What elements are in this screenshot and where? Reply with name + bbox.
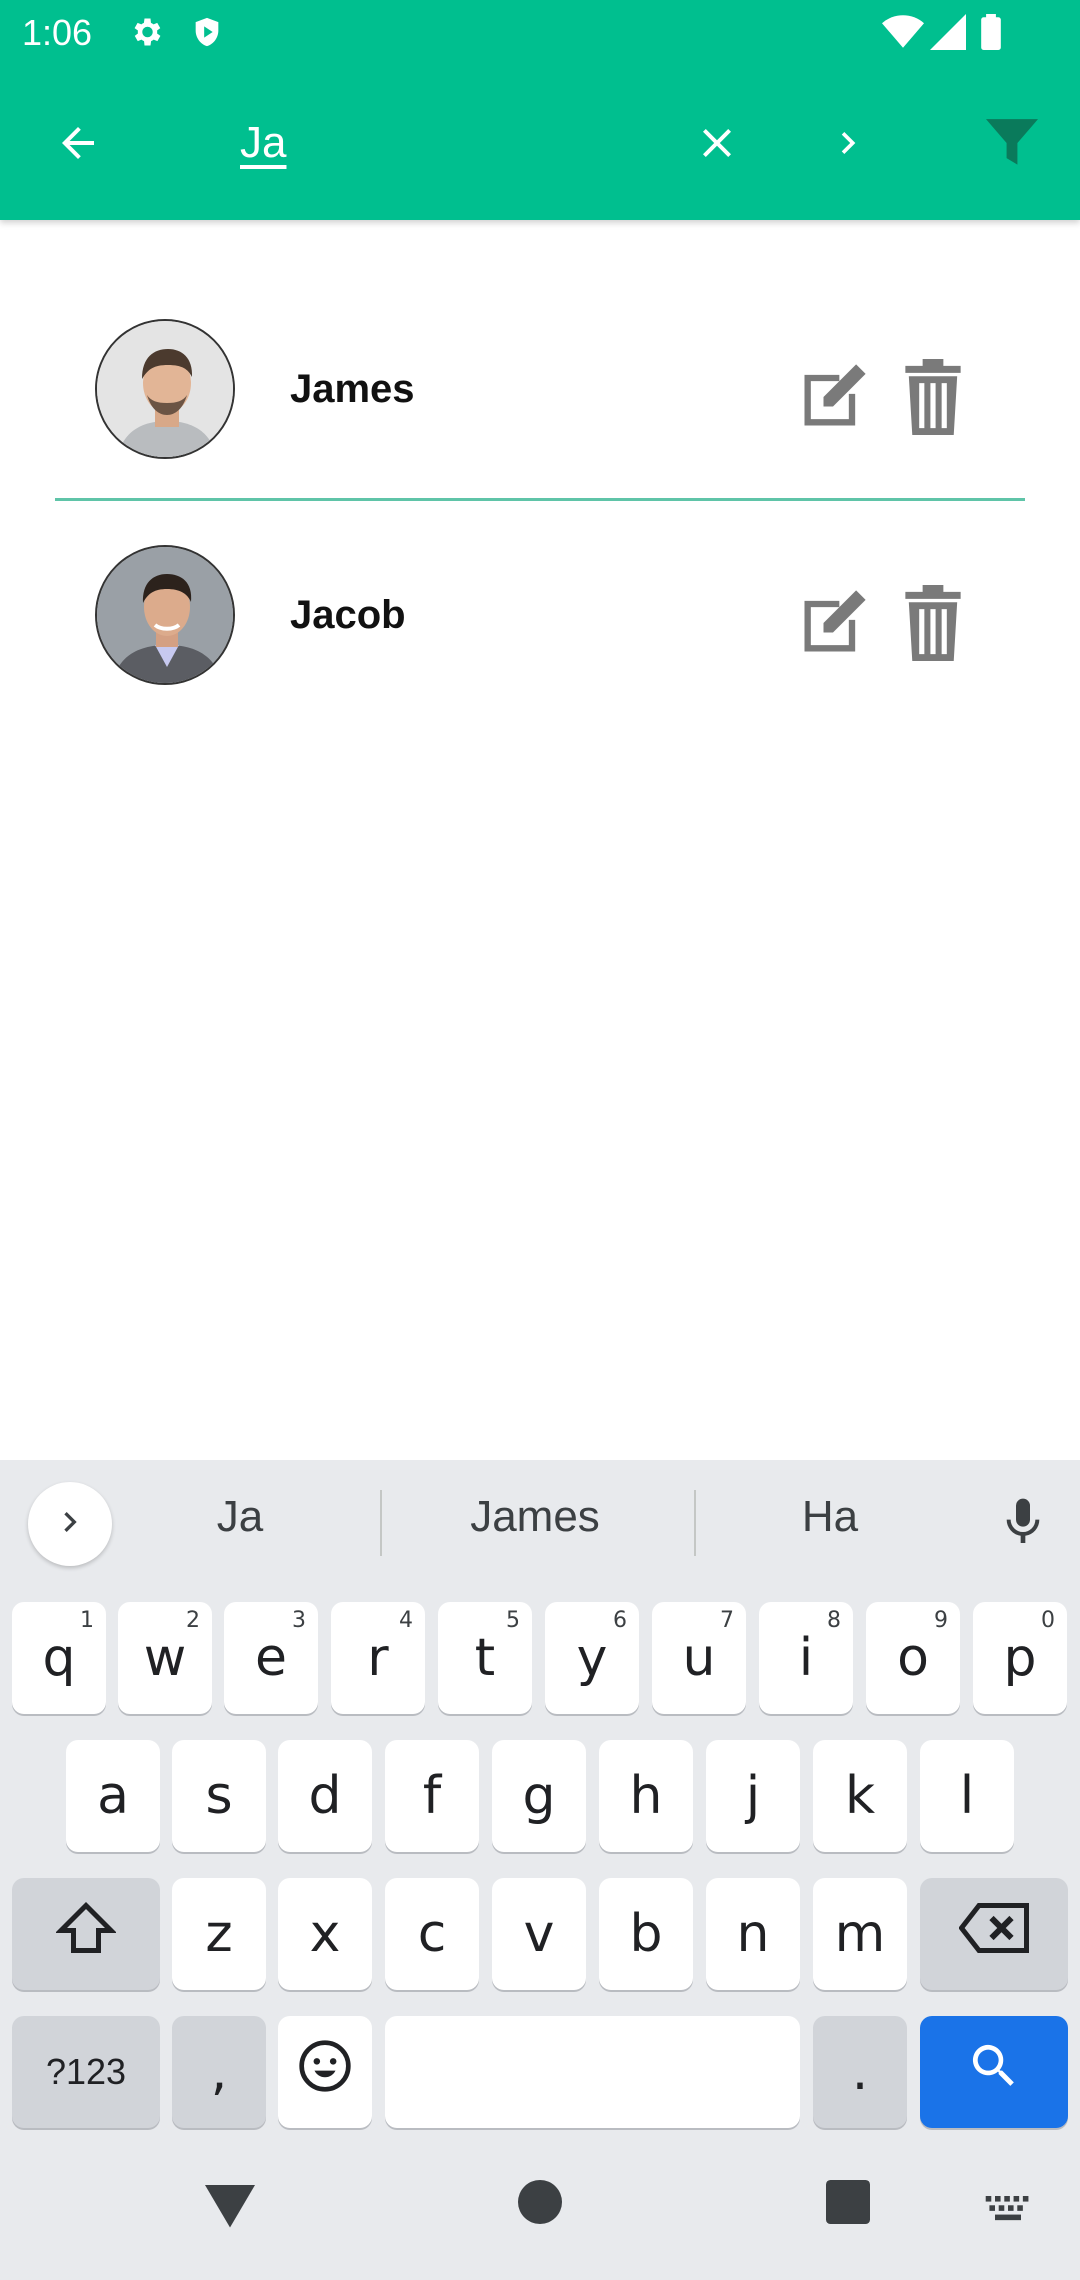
key-v[interactable]: v — [492, 1878, 586, 1990]
suggestion-3[interactable]: Ha — [740, 1492, 920, 1542]
key-c[interactable]: c — [385, 1878, 479, 1990]
key-q[interactable]: q1 — [12, 1602, 106, 1714]
status-time: 1:06 — [22, 12, 93, 53]
contact-name: James — [290, 367, 415, 411]
suggestion-divider — [380, 1490, 382, 1556]
key-j[interactable]: j — [706, 1740, 800, 1852]
chevron-right-icon — [50, 1502, 90, 1547]
delete-button[interactable] — [905, 359, 965, 435]
list-item[interactable]: Jacob — [55, 501, 1025, 727]
suggestions-expand-button[interactable] — [28, 1482, 112, 1566]
soft-keyboard: Ja James Ha q1 w2 e3 r4 t5 y6 u7 i8 o9 p… — [0, 1460, 1080, 2280]
back-button[interactable] — [38, 105, 118, 185]
key-x[interactable]: x — [278, 1878, 372, 1990]
edit-icon — [795, 364, 871, 439]
key-b[interactable]: b — [599, 1878, 693, 1990]
key-i[interactable]: i8 — [759, 1602, 853, 1714]
shift-arrow-icon — [54, 1900, 118, 1969]
key-d[interactable]: d — [278, 1740, 372, 1852]
wifi-icon — [882, 14, 924, 55]
key-a[interactable]: a — [66, 1740, 160, 1852]
key-p[interactable]: p0 — [973, 1602, 1067, 1714]
period-key[interactable]: . — [813, 2016, 907, 2128]
contact-list: James Jacob — [55, 275, 1025, 727]
key-h[interactable]: h — [599, 1740, 693, 1852]
home-circle-icon[interactable] — [518, 2180, 562, 2229]
list-item[interactable]: James — [55, 275, 1025, 501]
backspace-icon — [958, 1902, 1029, 1966]
search-icon — [966, 2038, 1022, 2107]
search-key[interactable] — [920, 2016, 1068, 2128]
shield-icon — [190, 14, 224, 55]
suggestion-2[interactable]: James — [420, 1492, 650, 1542]
key-o[interactable]: o9 — [866, 1602, 960, 1714]
emoji-icon — [297, 2038, 353, 2107]
contact-name: Jacob — [290, 593, 406, 637]
edit-icon — [795, 590, 871, 665]
shift-key[interactable] — [12, 1878, 160, 1990]
arrow-left-icon — [54, 119, 102, 172]
back-triangle-icon[interactable] — [205, 2180, 255, 2235]
key-m[interactable]: m — [813, 1878, 907, 1990]
microphone-icon — [995, 1498, 1051, 1558]
space-key[interactable] — [385, 2016, 800, 2128]
key-w[interactable]: w2 — [118, 1602, 212, 1714]
avatar — [95, 319, 235, 459]
key-f[interactable]: f — [385, 1740, 479, 1852]
gear-icon — [128, 14, 164, 55]
edit-button[interactable] — [795, 585, 871, 661]
key-u[interactable]: u7 — [652, 1602, 746, 1714]
key-r[interactable]: r4 — [331, 1602, 425, 1714]
edit-button[interactable] — [795, 359, 871, 435]
symbols-key[interactable]: ?123 — [12, 2016, 160, 2128]
chevron-right-icon — [826, 121, 870, 170]
key-l[interactable]: l — [920, 1740, 1014, 1852]
key-y[interactable]: y6 — [545, 1602, 639, 1714]
voice-input-button[interactable] — [995, 1490, 1051, 1559]
key-t[interactable]: t5 — [438, 1602, 532, 1714]
comma-key[interactable]: , — [172, 2016, 266, 2128]
close-icon — [693, 119, 741, 172]
clear-search-button[interactable] — [677, 105, 757, 185]
keyboard-switch-icon[interactable] — [985, 2196, 1031, 2227]
avatar — [95, 545, 235, 685]
signal-icon — [930, 14, 966, 55]
key-n[interactable]: n — [706, 1878, 800, 1990]
filter-button[interactable] — [972, 105, 1052, 185]
key-e[interactable]: e3 — [224, 1602, 318, 1714]
filter-icon — [986, 118, 1038, 172]
recents-square-icon[interactable] — [826, 2180, 870, 2229]
backspace-key[interactable] — [920, 1878, 1068, 1990]
app-bar: 1:06 Ja — [0, 0, 1080, 220]
key-s[interactable]: s — [172, 1740, 266, 1852]
suggestion-1[interactable]: Ja — [150, 1492, 330, 1542]
key-k[interactable]: k — [813, 1740, 907, 1852]
trash-icon — [905, 585, 961, 665]
delete-button[interactable] — [905, 585, 965, 661]
key-g[interactable]: g — [492, 1740, 586, 1852]
trash-icon — [905, 359, 961, 439]
screen: 1:06 Ja James Jacob Ja James Ha q 1 w 2 … — [0, 0, 1080, 2280]
key-z[interactable]: z — [172, 1878, 266, 1990]
suggestion-divider — [694, 1490, 696, 1556]
battery-icon — [980, 14, 1002, 55]
search-input[interactable]: Ja — [240, 118, 286, 168]
emoji-key[interactable] — [278, 2016, 372, 2128]
next-button[interactable] — [808, 105, 888, 185]
